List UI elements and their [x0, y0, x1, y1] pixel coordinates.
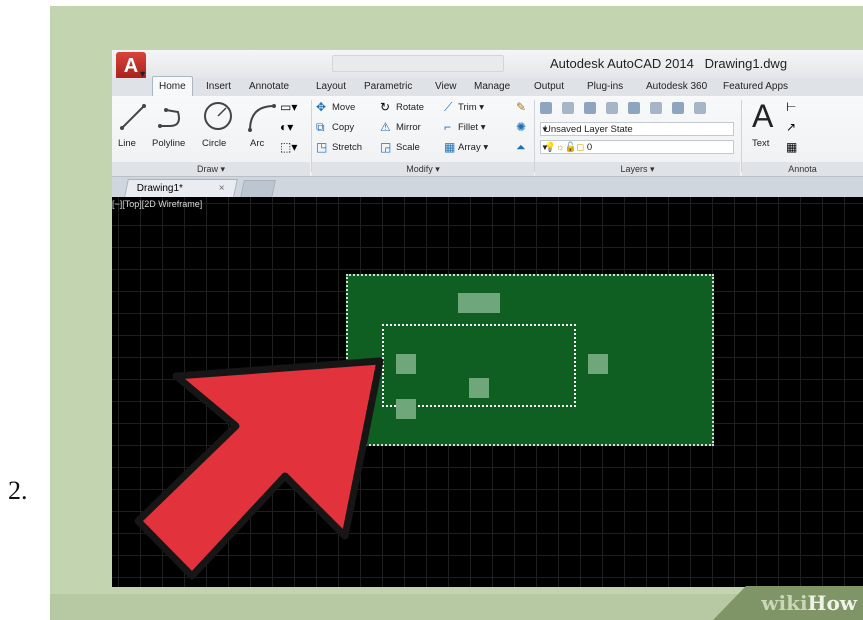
pointer-arrow-icon	[134, 357, 384, 580]
illustration-frame: A ▼ Autodesk AutoCAD 2014 Drawing1.dwg H…	[50, 6, 863, 620]
step-number: 2.	[8, 476, 28, 505]
watermark-prefix: wiki	[761, 591, 808, 615]
watermark-suffix: How	[807, 591, 857, 615]
